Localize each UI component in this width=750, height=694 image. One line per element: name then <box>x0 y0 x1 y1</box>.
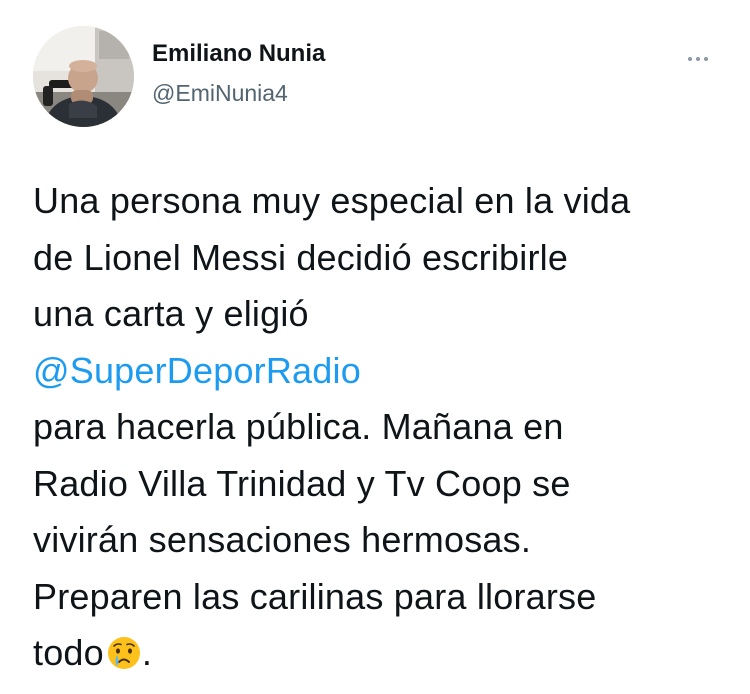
tweet-text-fragment: . <box>141 632 153 673</box>
menu-dot <box>688 57 692 61</box>
menu-dot <box>704 57 708 61</box>
tweet-line: Preparen las carilinas para llorarse <box>33 575 597 617</box>
crying-face-emoji <box>107 637 140 669</box>
avatar[interactable] <box>33 26 134 127</box>
tweet-line: Una persona muy especial en la vida <box>33 180 631 221</box>
tweet-line: Radio Villa Trinidad y Tv Coop se <box>33 462 571 504</box>
tweet-text: Una persona muy especial en la vida de L… <box>33 173 733 682</box>
mention-line: @SuperDeporRadio <box>33 343 733 400</box>
tweet-last-line: todo . <box>33 625 733 682</box>
tweet-line: vivirán sensaciones hermosas. <box>33 519 532 560</box>
tweet-text-fragment: todo <box>33 632 104 673</box>
mention-link[interactable]: @SuperDeporRadio <box>33 350 361 391</box>
tweet-card: Emiliano Nunia @EmiNunia4 Una persona mu… <box>0 0 750 694</box>
author-handle[interactable]: @EmiNunia4 <box>152 80 288 107</box>
tweet-line: de Lionel Messi decidió escribirle <box>33 236 569 278</box>
tweet-line: para hacerla pública. Mañana en <box>33 406 564 447</box>
more-horizontal-icon[interactable] <box>678 46 718 72</box>
tweet-line: una carta y eligió <box>33 293 309 334</box>
profile-photo <box>33 26 134 127</box>
author-display-name[interactable]: Emiliano Nunia <box>152 40 325 68</box>
menu-dot <box>696 57 700 61</box>
